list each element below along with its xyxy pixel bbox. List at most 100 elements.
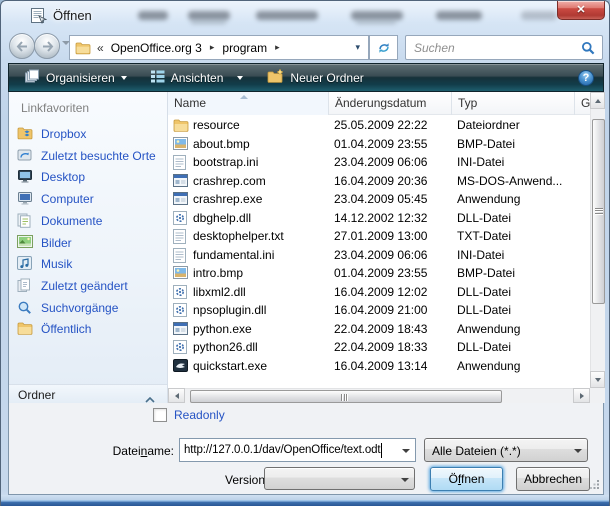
file-type: INI-Datei: [457, 153, 582, 172]
search-icon[interactable]: [581, 41, 595, 58]
file-browser: Linkfavoriten DropboxZuletzt besuchte Or…: [8, 92, 604, 403]
breadcrumb-separator-icon[interactable]: ▸: [210, 42, 215, 53]
file-name: about.bmp: [193, 135, 327, 154]
column-header-size[interactable]: G: [575, 92, 590, 115]
vertical-scrollbar[interactable]: [590, 92, 605, 388]
scroll-left-button[interactable]: [168, 388, 185, 403]
file-modified-date: 16.04.2009 13:14: [334, 357, 427, 376]
file-row-intro-bmp[interactable]: intro.bmp01.04.2009 23:55BMP-Datei: [168, 264, 590, 283]
file-name: npsoplugin.dll: [193, 301, 327, 320]
file-row-python-exe[interactable]: python.exe22.04.2009 18:43Anwendung: [168, 320, 590, 339]
sidebar-item-dropbox[interactable]: Dropbox: [9, 124, 167, 145]
sidebar-item-zuletzt-ge-ndert[interactable]: Zuletzt geändert: [9, 276, 167, 297]
dropbox-icon: [17, 126, 33, 142]
sidebar-item-musik[interactable]: Musik: [9, 254, 167, 275]
sidebar-item-zuletzt-besuchte-orte[interactable]: Zuletzt besuchte Orte: [9, 146, 167, 167]
close-button[interactable]: ✕: [557, 1, 605, 20]
file-row-about-bmp[interactable]: about.bmp01.04.2009 23:55BMP-Datei: [168, 135, 590, 154]
file-row-quickstart-exe[interactable]: quickstart.exe16.04.2009 13:14Anwendung: [168, 357, 590, 376]
favorites-header: Linkfavoriten: [21, 101, 89, 115]
file-name: crashrep.exe: [193, 190, 327, 209]
scroll-down-button[interactable]: [590, 371, 605, 388]
file-row-bootstrap-ini[interactable]: bootstrap.ini23.04.2009 06:06INI-Datei: [168, 153, 590, 172]
file-type: Anwendung: [457, 357, 582, 376]
sidebar-item-suchvorg-nge[interactable]: Suchvorgänge: [9, 298, 167, 319]
readonly-checkbox[interactable]: [153, 408, 167, 422]
sidebar-item-ffentlich[interactable]: Öffentlich: [9, 319, 167, 340]
resize-grip[interactable]: [590, 478, 600, 492]
file-name: libxml2.dll: [193, 283, 327, 302]
open-button[interactable]: Öffnen: [430, 467, 503, 491]
file-row-python26-dll[interactable]: python26.dll22.04.2009 18:33DLL-Datei: [168, 338, 590, 357]
sidebar-item-label: Computer: [41, 192, 94, 206]
title-bar[interactable]: Öffnen ✕: [1, 1, 609, 31]
search-placeholder: Suchen: [414, 41, 455, 55]
sidebar-item-computer[interactable]: Computer: [9, 189, 167, 210]
file-modified-date: 27.01.2009 13:00: [334, 227, 427, 246]
refresh-icon: [377, 41, 391, 55]
horizontal-scrollbar[interactable]: [168, 388, 590, 403]
sidebar-item-dokumente[interactable]: Dokumente: [9, 211, 167, 232]
readonly-label[interactable]: Readonly: [174, 408, 225, 422]
recent-changed-icon: [17, 278, 33, 294]
organize-label: Organisieren: [46, 71, 115, 85]
file-modified-date: 22.04.2009 18:33: [334, 338, 427, 357]
filetype-combobox[interactable]: Alle Dateien (*.*): [424, 438, 588, 462]
file-type: Anwendung: [457, 320, 582, 339]
column-header-name[interactable]: Name: [168, 92, 329, 115]
scroll-right-button[interactable]: [573, 388, 590, 403]
cancel-button[interactable]: Abbrechen: [516, 467, 590, 491]
scroll-up-button[interactable]: [590, 92, 605, 109]
file-row-npsoplugin-dll[interactable]: npsoplugin.dll16.04.2009 21:00DLL-Datei: [168, 301, 590, 320]
vertical-scrollbar-thumb[interactable]: [592, 119, 605, 304]
filetype-value: Alle Dateien (*.*): [432, 444, 521, 458]
version-combobox[interactable]: [264, 467, 415, 490]
dialog-icon: [30, 7, 47, 24]
column-header-type[interactable]: Typ: [452, 92, 575, 115]
filename-input[interactable]: http://127.0.0.1/dav/OpenOffice/text.odt: [179, 438, 416, 462]
back-button[interactable]: [9, 33, 35, 59]
views-label: Ansichten: [171, 71, 224, 85]
sidebar-item-label: Bilder: [41, 236, 72, 250]
sidebar-item-label: Musik: [41, 257, 72, 271]
dll-file-icon: [173, 211, 189, 226]
breadcrumb-collapsed-indicator[interactable]: «: [97, 41, 104, 55]
search-input[interactable]: Suchen: [405, 35, 603, 60]
file-row-resource[interactable]: resource25.05.2009 22:22Dateiordner: [168, 116, 590, 135]
folders-label: Ordner: [18, 388, 55, 402]
background-blur-text: [356, 21, 396, 24]
column-header-modified-date[interactable]: Änderungsdatum: [329, 92, 452, 115]
folders-expander[interactable]: Ordner: [9, 384, 167, 403]
background-blur-text: [256, 11, 318, 20]
organize-button[interactable]: Organisieren: [17, 66, 134, 89]
breadcrumb-segment-openoffice[interactable]: OpenOffice.org 3: [111, 41, 202, 55]
sidebar-item-desktop[interactable]: Desktop: [9, 167, 167, 188]
documents-icon: [17, 213, 33, 229]
sidebar-item-bilder[interactable]: Bilder: [9, 233, 167, 254]
desktop-icon: [17, 169, 33, 185]
background-blur-text: [191, 21, 226, 24]
file-row-libxml2-dll[interactable]: libxml2.dll16.04.2009 12:02DLL-Datei: [168, 283, 590, 302]
file-row-dbghelp-dll[interactable]: dbghelp.dll14.12.2002 12:32DLL-Datei: [168, 209, 590, 228]
app-file-icon: [173, 192, 189, 207]
address-dropdown-icon[interactable]: ▾: [355, 42, 360, 53]
file-row-desktophelper-txt[interactable]: desktophelper.txt27.01.2009 13:00TXT-Dat…: [168, 227, 590, 246]
refresh-button[interactable]: [369, 35, 398, 60]
breadcrumb-segment-program[interactable]: program: [222, 41, 267, 55]
new-folder-button[interactable]: Neuer Ordner: [260, 66, 376, 89]
help-button[interactable]: ?: [578, 70, 594, 86]
file-row-crashrep-com[interactable]: crashrep.com16.04.2009 20:36MS-DOS-Anwen…: [168, 172, 590, 191]
breadcrumb-separator-icon[interactable]: ▸: [275, 42, 280, 53]
sidebar-item-label: Dokumente: [41, 214, 102, 228]
horizontal-scrollbar-thumb[interactable]: [190, 390, 502, 403]
file-name: python.exe: [193, 320, 327, 339]
views-dropdown-icon[interactable]: [237, 76, 243, 80]
file-row-crashrep-exe[interactable]: crashrep.exe23.04.2009 05:45Anwendung: [168, 190, 590, 209]
file-row-fundamental-ini[interactable]: fundamental.ini23.04.2009 06:06INI-Datei: [168, 246, 590, 265]
file-name: crashrep.com: [193, 172, 327, 191]
views-button[interactable]: Ansichten: [144, 66, 251, 89]
filename-dropdown-icon[interactable]: [402, 449, 410, 453]
address-breadcrumb[interactable]: « OpenOffice.org 3 ▸ program ▸ ▾: [69, 35, 369, 60]
searches-icon: [17, 300, 33, 316]
forward-button[interactable]: [34, 33, 60, 59]
